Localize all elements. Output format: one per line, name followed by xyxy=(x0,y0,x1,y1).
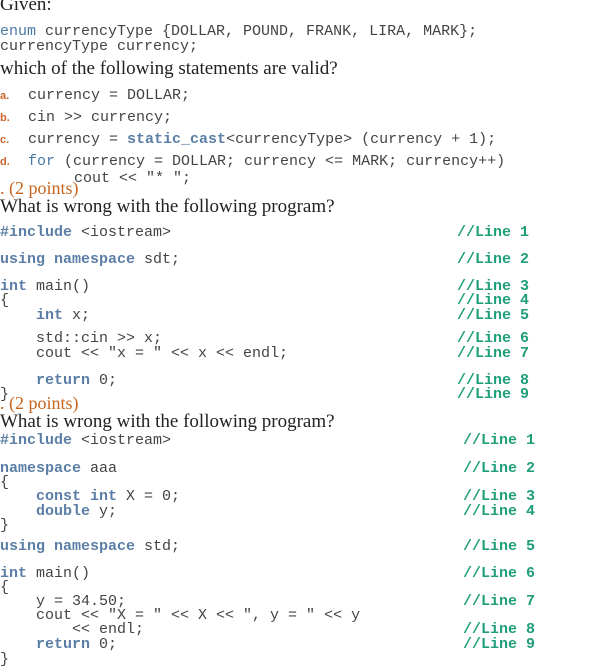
code-keyword: double xyxy=(36,503,91,520)
code-text: main() xyxy=(27,565,91,582)
code-text: } xyxy=(0,517,10,534)
q1-question: which of the following statements are va… xyxy=(0,58,338,79)
code-line: using namespace sdt; xyxy=(0,251,180,269)
option-code: currency = static_cast<currencyType> (cu… xyxy=(28,131,496,148)
option-code: cin >> currency; xyxy=(28,109,173,126)
code-text: <iostream> xyxy=(72,432,172,449)
code-keyword: using namespace xyxy=(0,251,136,268)
code-text: (currency = DOLLAR; currency <= MARK; cu… xyxy=(55,153,506,170)
option-label: c. xyxy=(0,134,10,146)
line-comment: //Line 7 xyxy=(457,345,530,362)
code-line: return 0; xyxy=(0,372,117,390)
option-label: d. xyxy=(0,156,10,168)
code-text: 0; xyxy=(90,636,118,653)
static-cast-keyword: static_cast xyxy=(127,131,227,148)
code-keyword: using namespace xyxy=(0,538,136,555)
line-comment: //Line 9 xyxy=(463,636,536,653)
line-comment: //Line 1 xyxy=(463,432,536,449)
code-text: sdt; xyxy=(135,251,181,268)
code-text: main() xyxy=(27,278,91,295)
code-line: #include <iostream> xyxy=(0,432,171,450)
line-comment: //Line 2 xyxy=(457,251,530,268)
code-text: } xyxy=(0,651,10,668)
given-label: Given: xyxy=(0,0,52,15)
line-comment: //Line 5 xyxy=(463,538,536,555)
code-text: currency = xyxy=(28,131,128,148)
code-text: x; xyxy=(63,307,91,324)
code-line: } xyxy=(0,517,9,535)
option-d-continuation: cout << "* "; xyxy=(74,170,192,187)
code-line: cout << "x = " << x << endl; xyxy=(0,345,288,363)
code-line: double y; xyxy=(0,503,117,521)
code-text: cout << "x = " << x << endl; xyxy=(36,345,289,362)
option-b[interactable]: b. cin >> currency; xyxy=(0,106,172,129)
q2-question: What is wrong with the following program… xyxy=(0,196,335,217)
code-text: <iostream> xyxy=(72,224,172,241)
code-keyword: namespace xyxy=(0,460,82,477)
code-line: int main() xyxy=(0,278,90,296)
code-line: using namespace std; xyxy=(0,538,180,556)
code-line: return 0; xyxy=(0,636,117,654)
option-c[interactable]: c. currency = static_cast<currencyType> (… xyxy=(0,128,496,151)
code-text: X = 0; xyxy=(117,488,181,505)
option-code: currency = DOLLAR; xyxy=(28,87,191,104)
option-code: for (currency = DOLLAR; currency <= MARK… xyxy=(28,153,505,170)
code-line: int x; xyxy=(0,307,90,325)
line-comment: //Line 4 xyxy=(463,503,536,520)
line-comment: //Line 7 xyxy=(463,593,536,610)
code-keyword: return xyxy=(36,372,91,389)
code-line: } xyxy=(0,651,9,669)
line-comment: //Line 9 xyxy=(457,386,530,403)
option-label: b. xyxy=(0,112,10,124)
code-text: 0; xyxy=(90,372,118,389)
for-keyword: for xyxy=(28,153,56,170)
line-comment: //Line 2 xyxy=(463,460,536,477)
line-comment: //Line 6 xyxy=(463,565,536,582)
code-text: aaa xyxy=(81,460,118,477)
option-a[interactable]: a. currency = DOLLAR; xyxy=(0,84,190,107)
code-text: std; xyxy=(135,538,181,555)
code-keyword: int xyxy=(36,307,64,324)
option-label: a. xyxy=(0,90,10,102)
code-text: <currencyType> (currency + 1); xyxy=(226,131,497,148)
code-keyword: #include xyxy=(0,224,73,241)
code-keyword: return xyxy=(36,636,91,653)
code-line: #include <iostream> xyxy=(0,224,171,242)
line-comment: //Line 1 xyxy=(457,224,530,241)
q3-question: What is wrong with the following program… xyxy=(0,411,335,432)
code-line: int main() xyxy=(0,565,90,583)
code-text: y; xyxy=(90,503,118,520)
code-line: namespace aaa xyxy=(0,460,117,478)
variable-declaration: currencyType currency; xyxy=(0,38,199,55)
line-comment: //Line 5 xyxy=(457,307,530,324)
code-keyword: #include xyxy=(0,432,73,449)
